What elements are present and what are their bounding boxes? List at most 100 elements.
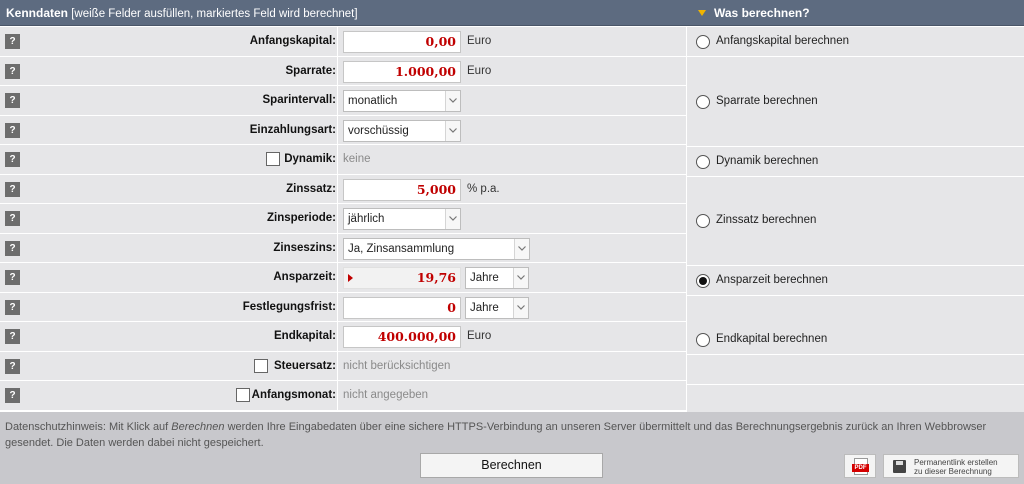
dynamik-value: keine	[343, 153, 371, 165]
row-zinseszins: ? Zinseszins: Ja, Zinsansammlung	[0, 233, 686, 263]
row-steuersatz: ? Steuersatz: nicht berücksichtigen	[0, 351, 686, 381]
radio-anfangskapital[interactable]	[696, 35, 710, 49]
row-ansparzeit: ? Ansparzeit: 19,76 Jahre	[0, 263, 686, 293]
help-icon[interactable]: ?	[5, 270, 20, 285]
privacy-note: Datenschutzhinweis: Mit Klick auf Berech…	[5, 419, 1017, 451]
zinsperiode-select[interactable]: jährlich	[343, 208, 461, 230]
calc-option-label[interactable]: Dynamik berechnen	[716, 155, 818, 167]
privacy-em: Berechnen	[171, 421, 225, 433]
radio-dynamik[interactable]	[696, 155, 710, 169]
festlegungsfrist-input[interactable]: 0	[343, 296, 461, 319]
label-sparintervall: Sparintervall:	[262, 94, 337, 106]
zinseszins-selected: Ja, Zinsansammlung	[348, 242, 455, 255]
divider	[337, 381, 338, 410]
chevron-down-icon[interactable]	[445, 120, 460, 141]
unit-euro: Euro	[467, 35, 492, 47]
zinsperiode-selected: jährlich	[348, 213, 385, 225]
steuersatz-checkbox[interactable]	[254, 358, 268, 373]
radio-zinssatz[interactable]	[696, 214, 710, 228]
row-anfangsmonat: ? Anfangsmonat: nicht angegeben	[0, 381, 686, 411]
divider	[337, 322, 338, 351]
radio-ansparzeit[interactable]	[696, 274, 710, 288]
help-icon[interactable]: ?	[5, 181, 20, 197]
ansparzeit-unit-selected: Jahre	[470, 272, 499, 284]
calc-option-label[interactable]: Endkapital berechnen	[716, 333, 827, 345]
label-steuersatz: Steuersatz:	[274, 359, 336, 372]
einzahlungsart-select[interactable]: vorschüssig	[343, 119, 461, 142]
divider	[337, 27, 338, 56]
label-zinsperiode: Zinsperiode:	[266, 212, 336, 224]
calc-option-label[interactable]: Zinssatz berechnen	[716, 214, 816, 226]
unit-euro: Euro	[467, 64, 492, 77]
einzahlungsart-selected: vorschüssig	[348, 124, 409, 137]
calc-option-anfangskapital: Anfangskapital berechnen	[687, 27, 1024, 57]
calc-option-empty	[687, 355, 1024, 385]
festlegungsfrist-unit-selected: Jahre	[470, 301, 499, 314]
pdf-button[interactable]: PDF	[844, 454, 876, 478]
calc-option-dynamik: Dynamik berechnen	[687, 147, 1024, 177]
endkapital-input[interactable]: 400.000,00	[343, 326, 461, 348]
help-icon[interactable]: ?	[5, 388, 20, 403]
divider	[337, 115, 338, 144]
dynamik-checkbox[interactable]	[266, 152, 280, 166]
privacy-prefix: Datenschutzhinweis: Mit Klick auf	[5, 421, 172, 433]
ansparzeit-result: 19,76	[343, 267, 461, 289]
calc-option-ansparzeit: Ansparzeit berechnen	[687, 266, 1024, 296]
label-einzahlungsart: Einzahlungsart:	[249, 123, 336, 136]
calc-option-label[interactable]: Ansparzeit berechnen	[716, 274, 828, 286]
help-icon[interactable]: ?	[5, 299, 20, 315]
row-zinsperiode: ? Zinsperiode: jährlich	[0, 204, 686, 234]
sparintervall-select[interactable]: monatlich	[343, 90, 461, 112]
row-sparrate: ? Sparrate: 1.000,00 Euro	[0, 56, 686, 86]
label-ansparzeit: Ansparzeit:	[273, 271, 336, 283]
label-anfangsmonat: Anfangsmonat:	[251, 389, 336, 401]
radio-sparrate[interactable]	[696, 95, 710, 109]
anfangskapital-input[interactable]: 0,00	[343, 31, 461, 53]
help-icon[interactable]: ?	[5, 122, 20, 138]
help-icon[interactable]: ?	[5, 34, 20, 49]
chevron-down-icon[interactable]	[514, 238, 529, 259]
divider	[337, 86, 338, 115]
input-rows: ? Anfangskapital: 0,00 Euro ? Sparrate: …	[0, 27, 686, 411]
calc-option-label[interactable]: Anfangskapital berechnen	[716, 35, 849, 47]
help-icon[interactable]: ?	[5, 358, 20, 374]
calc-option-empty	[687, 385, 1024, 413]
header-right-title: Was berechnen?	[714, 5, 810, 20]
chevron-down-icon[interactable]	[445, 209, 460, 229]
sparintervall-selected: monatlich	[348, 95, 398, 107]
sparrate-input[interactable]: 1.000,00	[343, 60, 461, 83]
anfangsmonat-checkbox[interactable]	[236, 388, 250, 402]
calc-target-column: Anfangskapital berechnen Sparrate berech…	[687, 27, 1024, 413]
radio-endkapital[interactable]	[696, 333, 710, 347]
triangle-down-icon	[698, 9, 706, 16]
chevron-down-icon[interactable]	[445, 91, 460, 111]
calc-option-sparrate: Sparrate berechnen	[687, 57, 1024, 147]
header-left: Kenndaten [weiße Felder ausfüllen, marki…	[0, 6, 686, 20]
calc-option-label[interactable]: Sparrate berechnen	[716, 95, 818, 107]
row-einzahlungsart: ? Einzahlungsart: vorschüssig	[0, 115, 686, 145]
festlegungsfrist-unit-select[interactable]: Jahre	[465, 296, 529, 319]
divider	[337, 263, 338, 292]
zinseszins-select[interactable]: Ja, Zinsansammlung	[343, 237, 530, 260]
chevron-down-icon[interactable]	[513, 297, 528, 318]
help-icon[interactable]: ?	[5, 93, 20, 108]
divider	[337, 204, 338, 233]
ansparzeit-value: 19,76	[416, 270, 456, 285]
row-anfangskapital: ? Anfangskapital: 0,00 Euro	[0, 27, 686, 57]
help-icon[interactable]: ?	[5, 240, 20, 256]
steuersatz-value: nicht berücksichtigen	[343, 359, 451, 372]
zinssatz-input[interactable]: 5,000	[343, 178, 461, 201]
calculate-button[interactable]: Berechnen	[420, 453, 603, 478]
permalink-button[interactable]: Permanentlink erstellen zu dieser Berech…	[883, 454, 1019, 478]
help-icon[interactable]: ?	[5, 329, 20, 344]
row-sparintervall: ? Sparintervall: monatlich	[0, 86, 686, 116]
header-bar: Kenndaten [weiße Felder ausfüllen, marki…	[0, 0, 1024, 26]
ansparzeit-unit-select[interactable]: Jahre	[465, 267, 529, 289]
chevron-down-icon[interactable]	[513, 268, 528, 288]
help-icon[interactable]: ?	[5, 211, 20, 226]
unit-percent: % p.a.	[467, 182, 500, 195]
help-icon[interactable]: ?	[5, 152, 20, 167]
help-icon[interactable]: ?	[5, 63, 20, 79]
row-zinssatz: ? Zinssatz: 5,000 % p.a.	[0, 174, 686, 204]
label-anfangskapital: Anfangskapital:	[249, 35, 336, 47]
